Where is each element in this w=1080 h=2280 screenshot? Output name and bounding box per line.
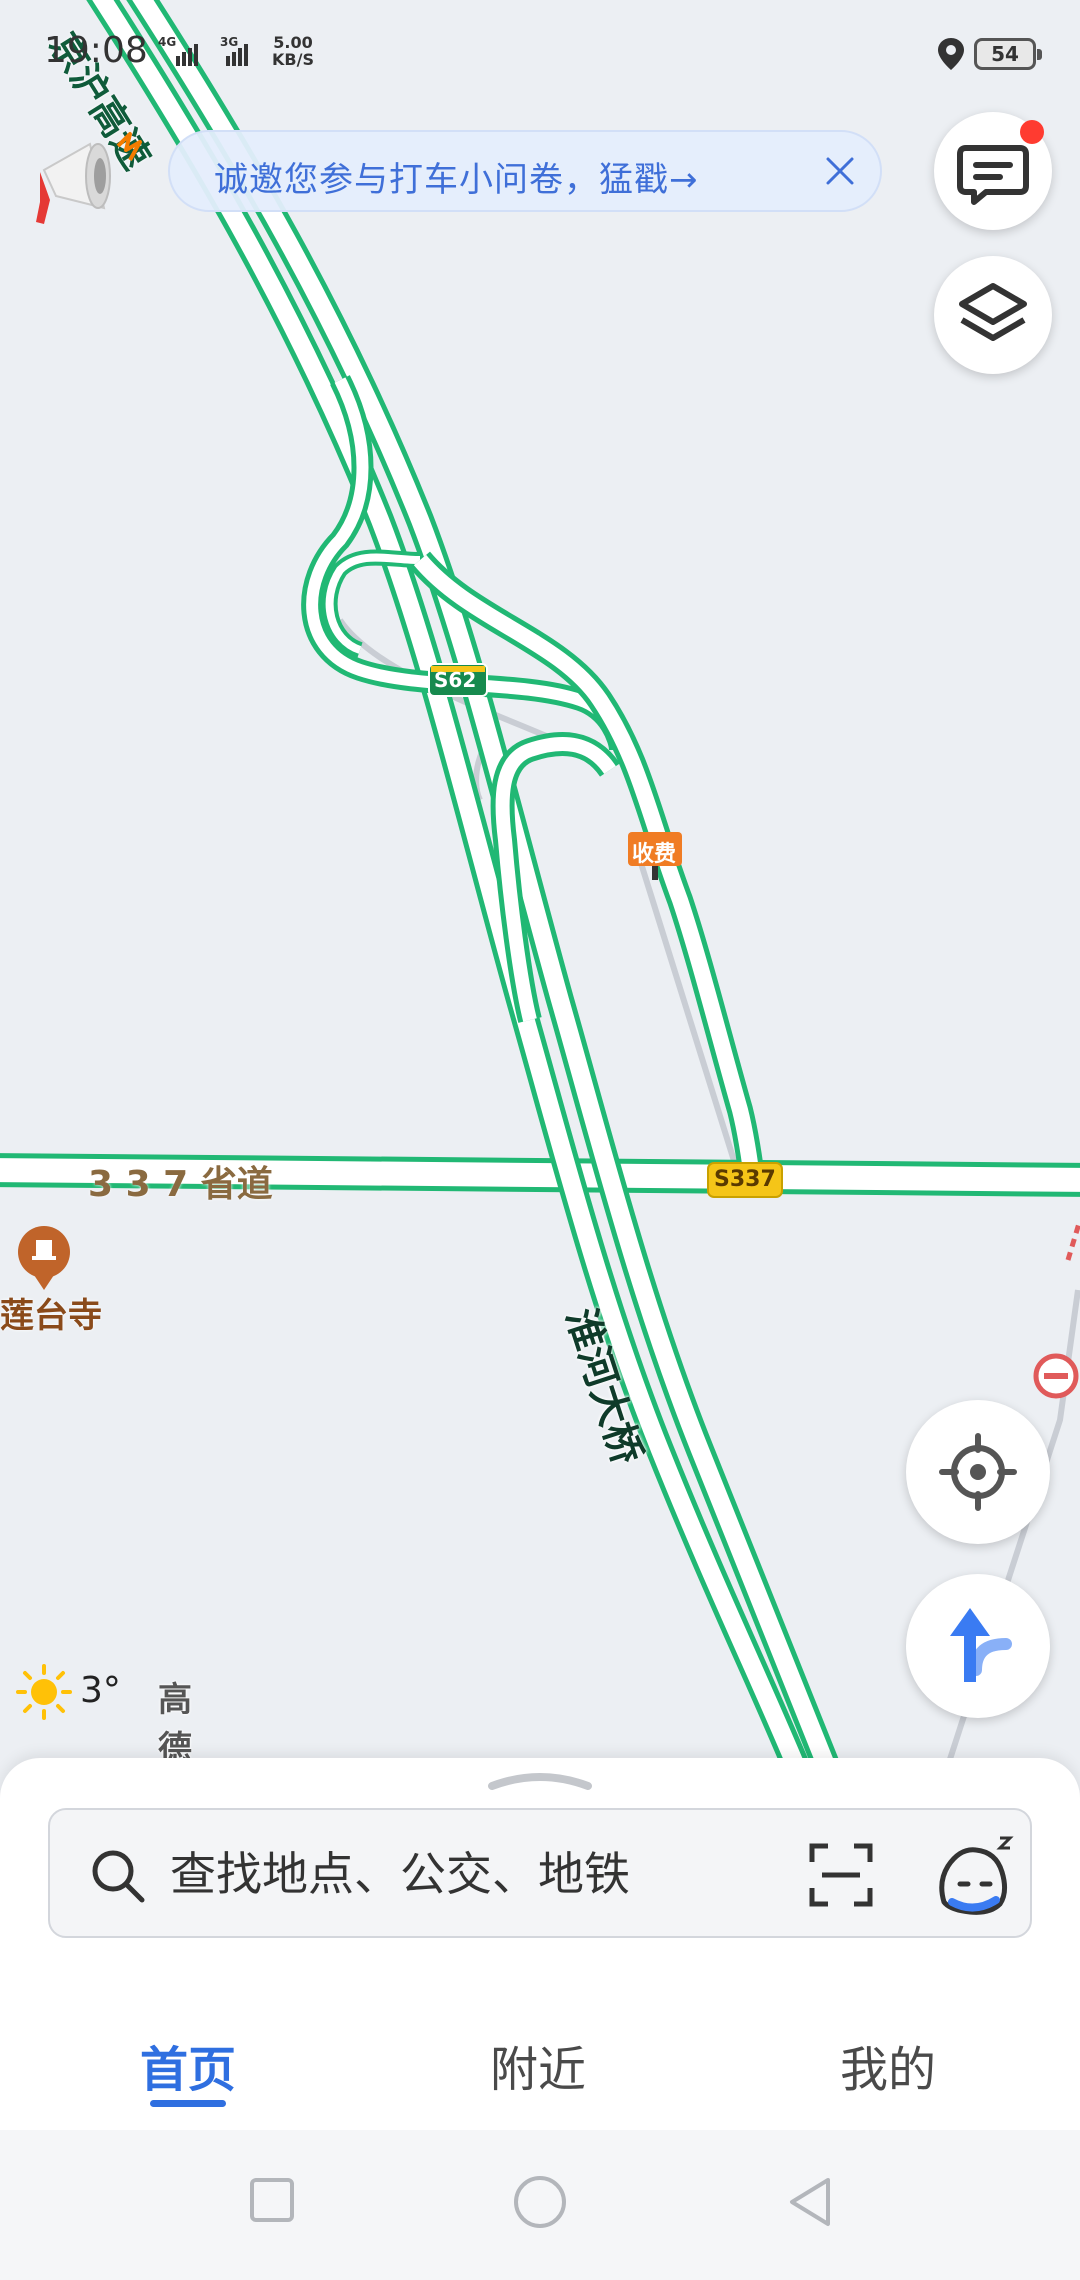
megaphone-icon[interactable]: [30, 120, 150, 230]
svg-text:4G: 4G: [158, 35, 176, 49]
speed-unit: KB/S: [272, 50, 314, 69]
search-input[interactable]: [170, 1842, 730, 1906]
battery-indicator: 54: [974, 38, 1042, 70]
svg-text:3G: 3G: [220, 35, 238, 49]
layers-icon: [959, 283, 1027, 341]
sun-icon: [16, 1664, 72, 1720]
survey-banner[interactable]: 诚邀您参与打车小问卷，猛戳→: [168, 130, 882, 212]
bottom-sheet[interactable]: [0, 1758, 1080, 1980]
signal-bars-icon: 4G 3G: [158, 35, 248, 66]
tab-bar: 首页 附近 我的: [0, 1980, 1080, 2130]
tab-active-indicator: [150, 2100, 226, 2107]
temple-label: 莲台寺: [0, 1296, 102, 1336]
voice-assistant-icon[interactable]: [930, 1832, 1016, 1918]
signal-icons: 4G 3G: [130, 32, 270, 76]
status-bar: 19:08 4G 3G 5.00 KB/S 54: [0, 0, 1080, 110]
temple-poi-icon: [18, 1226, 70, 1290]
search-bar[interactable]: [48, 1808, 1032, 1938]
sheet-handle-icon[interactable]: [488, 1768, 592, 1792]
temperature: 3°: [80, 1670, 121, 1711]
s62-shield-label: S62: [434, 668, 477, 692]
s337-shield-label: S337: [714, 1167, 776, 1192]
weather-widget: 3° 高德地图: [14, 1662, 192, 1867]
scan-icon[interactable]: [808, 1842, 874, 1908]
recent-apps-icon[interactable]: [246, 2174, 298, 2226]
route-arrow-icon: [950, 1608, 1012, 1682]
no-entry-icon: [1033, 1353, 1079, 1399]
road-337-label: 3 3 7 省道: [88, 1164, 273, 1205]
toll-label: 收费: [632, 842, 677, 867]
network-speed: 5.00 KB/S: [272, 34, 314, 68]
home-icon[interactable]: [512, 2174, 568, 2230]
system-navigation-bar: [0, 2130, 1080, 2280]
location-pin-icon: [938, 38, 964, 70]
tab-mine[interactable]: 我的: [788, 2030, 988, 2100]
route-button[interactable]: [906, 1574, 1050, 1718]
survey-banner-text[interactable]: 诚邀您参与打车小问卷，猛戳→: [214, 152, 699, 201]
search-icon: [92, 1850, 145, 1903]
main-highway: [86, 0, 852, 1790]
layers-button[interactable]: [934, 256, 1052, 374]
messages-button[interactable]: [934, 112, 1052, 230]
locate-button[interactable]: [906, 1400, 1050, 1544]
crosshair-icon: [939, 1433, 1017, 1511]
close-icon[interactable]: [820, 151, 860, 191]
tab-nearby[interactable]: 附近: [438, 2030, 638, 2100]
tab-home[interactable]: 首页: [88, 2030, 288, 2100]
notification-dot: [1020, 120, 1044, 144]
speed-value: 5.00: [273, 33, 313, 52]
back-icon[interactable]: [784, 2174, 836, 2230]
